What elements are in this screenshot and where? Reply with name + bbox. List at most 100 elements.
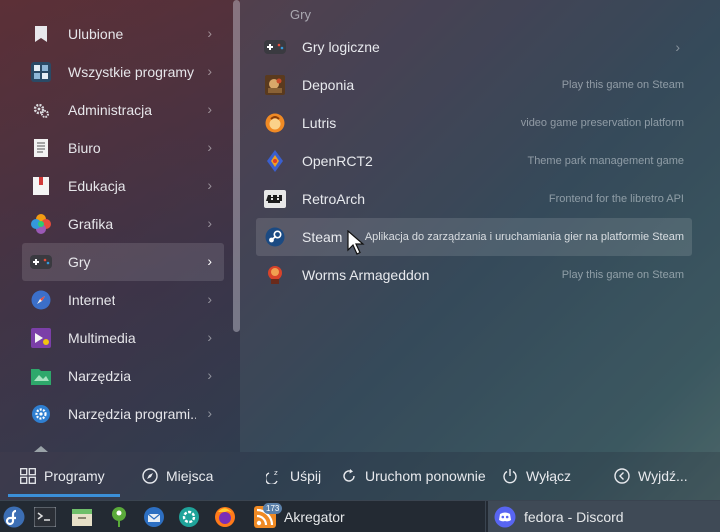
graphics-palette-icon [22,214,60,234]
category-administration[interactable]: Administracja › [22,91,224,129]
app-item-steam[interactable]: Steam Aplikacja do zarządzania i urucham… [256,218,692,256]
taskbar-task-discord[interactable]: fedora - Discord [488,501,720,532]
power-icon [502,468,518,484]
terminal-icon[interactable] [33,505,57,529]
svg-text:z: z [274,469,278,477]
unread-count-badge: 173 [263,503,283,514]
bookmark-icon [22,25,60,43]
tools-folder-icon [22,367,60,385]
category-games[interactable]: Gry › [22,243,224,281]
admin-gears-icon [22,101,60,119]
chevron-right-icon: › [207,405,212,421]
programs-label: Programy [44,468,105,484]
all-apps-icon [22,62,60,82]
discord-icon [494,506,516,528]
launcher-bottom-bar: Programy Miejsca z Uśpij Uruchom ponowni… [0,452,720,500]
app-item-lutris[interactable]: Lutris video game preservation platform [256,104,692,142]
categories-panel: Ulubione › Wszystkie programy › Administ… [0,0,240,452]
sleep-icon: z [266,468,282,484]
apps-panel: Gry Gry logiczne › Deponia Play this gam… [240,0,720,452]
programs-tab[interactable]: Programy [20,464,105,488]
category-label: Administracja [68,102,153,118]
internet-compass-icon [22,290,60,310]
app-item-deponia[interactable]: Deponia Play this game on Steam [256,66,692,104]
category-label: Narzędzia [68,368,132,384]
category-education[interactable]: Edukacja › [22,167,224,205]
chevron-right-icon: › [675,39,680,55]
gamepad-icon [256,40,294,54]
task-label: fedora - Discord [524,509,624,525]
fedora-launcher-icon[interactable] [2,505,26,529]
firefox-icon[interactable] [213,505,237,529]
logout-label: Wyjdź... [638,468,688,484]
chevron-right-icon: › [207,63,212,79]
app-name: Deponia [302,77,355,93]
aperture-app-icon[interactable] [177,505,201,529]
app-name: Lutris [302,115,337,131]
app-item-openrct2[interactable]: OpenRCT2 Theme park management game [256,142,692,180]
task-label: Akregator [284,509,345,525]
shutdown-label: Wyłącz [526,468,571,484]
worms-icon [256,265,294,285]
chevron-right-icon: › [207,367,212,383]
restart-button[interactable]: Uruchom ponownie [341,464,486,488]
app-item-retroarch[interactable]: RetroArch Frontend for the libretro API [256,180,692,218]
section-header: Gry [290,7,311,22]
steam-icon [256,227,294,247]
chevron-right-icon: › [207,101,212,117]
category-graphics[interactable]: Grafika › [22,205,224,243]
category-office[interactable]: Biuro › [22,129,224,167]
active-tab-indicator [8,494,120,497]
logout-button[interactable]: Wyjdź... [614,464,688,488]
category-dev-tools[interactable]: Narzędzia programi... › [22,395,224,433]
category-scrollbar[interactable] [233,0,240,332]
taskbar-task-akregator[interactable]: 173 Akregator [248,501,486,532]
office-document-icon [22,138,60,158]
category-label: Wszystkie programy [68,64,195,80]
category-multimedia[interactable]: Multimedia › [22,319,224,357]
places-label: Miejsca [166,468,214,484]
app-item-logic-games[interactable]: Gry logiczne › [256,28,692,66]
keepassxc-icon[interactable] [107,505,131,529]
restart-icon [341,468,357,484]
multimedia-icon [22,328,60,348]
category-label: Grafika [68,216,114,232]
category-favorites[interactable]: Ulubione › [22,15,224,53]
app-item-worms-armageddon[interactable]: Worms Armageddon Play this game on Steam [256,256,692,294]
category-tools[interactable]: Narzędzia › [22,357,224,395]
app-description: Play this game on Steam [561,79,684,91]
lutris-icon [256,113,294,133]
app-description: Aplikacja do zarządzania i uruchamiania … [364,231,684,243]
restart-label: Uruchom ponownie [365,468,486,484]
chevron-right-icon: › [207,215,212,231]
app-name: Worms Armageddon [302,267,430,283]
shutdown-button[interactable]: Wyłącz [502,464,571,488]
thunderbird-icon[interactable] [142,505,166,529]
category-internet[interactable]: Internet › [22,281,224,319]
category-label: Edukacja [68,178,126,194]
grid-apps-icon [20,468,36,484]
app-description: Theme park management game [527,155,684,167]
partially-visible-category-icon [34,438,48,452]
category-label: Narzędzia programi... [68,406,196,422]
places-tab[interactable]: Miejsca [142,464,213,488]
category-label: Ulubione [68,26,124,42]
gamepad-icon [22,255,60,269]
logout-icon [614,468,630,484]
mouse-cursor-icon [347,229,365,261]
app-list: Gry logiczne › Deponia Play this game on… [256,28,692,294]
file-manager-icon[interactable] [70,505,94,529]
akregator-rss-icon: 173 [254,503,283,528]
app-name: Gry logiczne [302,39,380,55]
deponia-icon [256,75,294,95]
compass-icon [142,468,158,484]
chevron-right-icon: › [207,25,212,41]
category-list: Ulubione › Wszystkie programy › Administ… [22,15,224,433]
chevron-right-icon: › [207,253,212,269]
category-all-apps[interactable]: Wszystkie programy › [22,53,224,91]
category-label: Multimedia [68,330,136,346]
retroarch-icon [256,190,294,208]
sleep-button[interactable]: z Uśpij [266,464,321,488]
chevron-right-icon: › [207,139,212,155]
app-name: RetroArch [302,191,366,207]
